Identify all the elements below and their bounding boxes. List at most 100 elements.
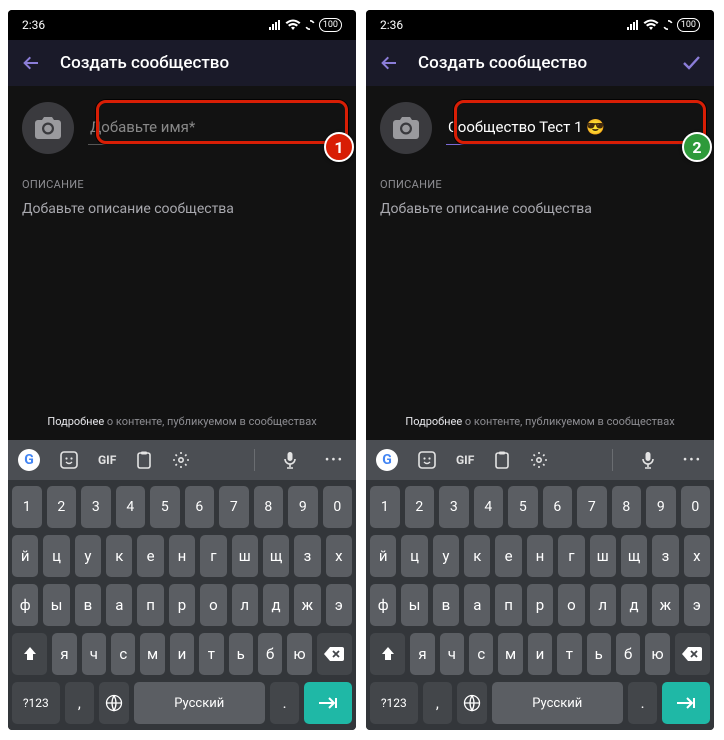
language-key[interactable] — [457, 682, 487, 724]
key-ц[interactable]: ц — [43, 535, 69, 577]
key-г[interactable]: г — [200, 535, 226, 577]
back-button[interactable] — [20, 52, 42, 74]
key-щ[interactable]: щ — [263, 535, 289, 577]
key-0[interactable]: 0 — [681, 486, 711, 528]
add-photo-button[interactable] — [380, 102, 432, 154]
key-с[interactable]: с — [469, 633, 493, 675]
key-у[interactable]: у — [75, 535, 101, 577]
community-name-input[interactable] — [446, 112, 700, 145]
key-й[interactable]: й — [12, 535, 38, 577]
key-т[interactable]: т — [557, 633, 581, 675]
symbols-key[interactable]: ?123 — [370, 682, 418, 724]
google-icon[interactable]: G — [376, 449, 398, 471]
key-н[interactable]: н — [169, 535, 195, 577]
period-key[interactable]: . — [270, 682, 300, 724]
key-7[interactable]: 7 — [219, 486, 249, 528]
comma-key[interactable]: , — [423, 682, 453, 724]
add-photo-button[interactable] — [22, 102, 74, 154]
sticker-icon[interactable] — [60, 451, 78, 469]
key-в[interactable]: в — [433, 584, 459, 626]
key-ю[interactable]: ю — [287, 633, 311, 675]
key-р[interactable]: р — [169, 584, 195, 626]
key-б[interactable]: б — [258, 633, 282, 675]
key-а[interactable]: а — [106, 584, 132, 626]
key-1[interactable]: 1 — [370, 486, 400, 528]
key-л[interactable]: л — [590, 584, 616, 626]
key-ж[interactable]: ж — [652, 584, 678, 626]
key-ш[interactable]: ш — [232, 535, 258, 577]
key-о[interactable]: о — [200, 584, 226, 626]
key-9[interactable]: 9 — [646, 486, 676, 528]
key-б[interactable]: б — [616, 633, 640, 675]
period-key[interactable]: . — [628, 682, 658, 724]
key-д[interactable]: д — [263, 584, 289, 626]
key-ш[interactable]: ш — [590, 535, 616, 577]
key-н[interactable]: н — [527, 535, 553, 577]
key-к[interactable]: к — [106, 535, 132, 577]
footer-link[interactable]: Подробнее о контенте, публикуемом в сооб… — [8, 405, 356, 440]
key-4[interactable]: 4 — [474, 486, 504, 528]
key-ф[interactable]: ф — [370, 584, 396, 626]
gif-button[interactable]: GIF — [98, 453, 116, 467]
mic-icon[interactable] — [641, 451, 655, 469]
key-ч[interactable]: ч — [440, 633, 464, 675]
sticker-icon[interactable] — [418, 451, 436, 469]
key-е[interactable]: е — [495, 535, 521, 577]
key-ж[interactable]: ж — [294, 584, 320, 626]
enter-key[interactable] — [662, 682, 710, 724]
space-key[interactable]: Русский — [134, 682, 265, 724]
confirm-button[interactable] — [680, 52, 702, 74]
key-с[interactable]: с — [111, 633, 135, 675]
backspace-key[interactable] — [675, 633, 710, 675]
settings-icon[interactable] — [172, 451, 190, 469]
key-э[interactable]: э — [326, 584, 352, 626]
footer-link[interactable]: Подробнее о контенте, публикуемом в сооб… — [366, 405, 714, 440]
space-key[interactable]: Русский — [492, 682, 623, 724]
key-е[interactable]: е — [137, 535, 163, 577]
key-8[interactable]: 8 — [612, 486, 642, 528]
key-з[interactable]: з — [294, 535, 320, 577]
key-9[interactable]: 9 — [288, 486, 318, 528]
community-description-input[interactable] — [366, 193, 714, 231]
key-3[interactable]: 3 — [81, 486, 111, 528]
key-в[interactable]: в — [75, 584, 101, 626]
key-0[interactable]: 0 — [323, 486, 353, 528]
settings-icon[interactable] — [530, 451, 548, 469]
enter-key[interactable] — [304, 682, 352, 724]
community-name-input[interactable] — [88, 112, 342, 145]
key-3[interactable]: 3 — [439, 486, 469, 528]
key-й[interactable]: й — [370, 535, 396, 577]
key-5[interactable]: 5 — [150, 486, 180, 528]
key-х[interactable]: х — [326, 535, 352, 577]
shift-key[interactable] — [12, 633, 47, 675]
key-6[interactable]: 6 — [185, 486, 215, 528]
symbols-key[interactable]: ?123 — [12, 682, 60, 724]
language-key[interactable] — [99, 682, 129, 724]
mic-icon[interactable] — [283, 451, 297, 469]
community-description-input[interactable] — [8, 193, 356, 231]
key-ч[interactable]: ч — [82, 633, 106, 675]
key-п[interactable]: п — [137, 584, 163, 626]
key-1[interactable]: 1 — [12, 486, 42, 528]
key-м[interactable]: м — [140, 633, 164, 675]
key-ь[interactable]: ь — [587, 633, 611, 675]
key-а[interactable]: а — [464, 584, 490, 626]
google-icon[interactable]: G — [18, 449, 40, 471]
clipboard-icon[interactable] — [136, 451, 152, 469]
key-4[interactable]: 4 — [116, 486, 146, 528]
key-ц[interactable]: ц — [401, 535, 427, 577]
key-2[interactable]: 2 — [47, 486, 77, 528]
key-р[interactable]: р — [527, 584, 553, 626]
key-х[interactable]: х — [684, 535, 710, 577]
key-6[interactable]: 6 — [543, 486, 573, 528]
backspace-key[interactable] — [317, 633, 352, 675]
key-м[interactable]: м — [498, 633, 522, 675]
key-2[interactable]: 2 — [405, 486, 435, 528]
key-ы[interactable]: ы — [401, 584, 427, 626]
key-ь[interactable]: ь — [229, 633, 253, 675]
key-и[interactable]: и — [170, 633, 194, 675]
key-ы[interactable]: ы — [43, 584, 69, 626]
key-э[interactable]: э — [684, 584, 710, 626]
shift-key[interactable] — [370, 633, 405, 675]
key-у[interactable]: у — [433, 535, 459, 577]
